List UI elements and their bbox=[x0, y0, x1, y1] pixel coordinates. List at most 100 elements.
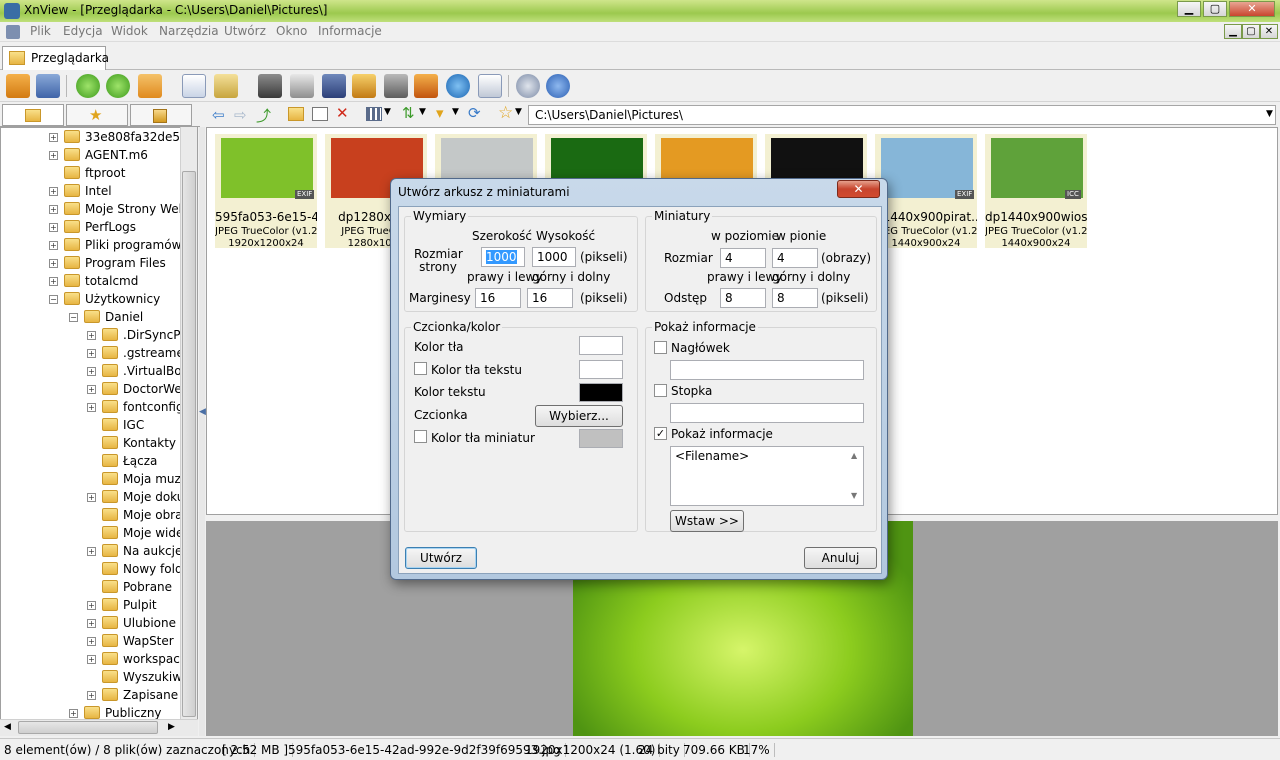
text-bg-checkbox[interactable] bbox=[414, 362, 427, 375]
tree-expander-icon[interactable]: + bbox=[49, 223, 58, 232]
chevron-down-icon[interactable]: ▼ bbox=[419, 107, 426, 117]
tree-item[interactable]: + PerfLogs bbox=[1, 219, 181, 237]
tree-expander-icon[interactable]: + bbox=[87, 655, 96, 664]
tree-expander-icon[interactable]: + bbox=[49, 151, 58, 160]
tree-item[interactable]: + AGENT.m6 bbox=[1, 147, 181, 165]
tree-expander-icon[interactable]: + bbox=[87, 331, 96, 340]
insert-button[interactable]: Wstaw >> bbox=[670, 510, 744, 532]
thumbnail-item[interactable]: EXIF p1440x900pirat... JPEG TrueColor (v1.… bbox=[875, 134, 977, 249]
info-icon[interactable] bbox=[546, 74, 570, 98]
tree-item[interactable]: +33e808fa32de59d9 bbox=[1, 129, 197, 147]
path-input[interactable]: C:\Users\Daniel\Pictures\ bbox=[528, 105, 1276, 125]
header-input[interactable] bbox=[670, 360, 864, 380]
up-icon[interactable]: ⤴ bbox=[256, 105, 271, 126]
settings-icon[interactable] bbox=[516, 74, 540, 98]
tree-expander-icon[interactable]: + bbox=[49, 277, 58, 286]
tree-item[interactable]: + .gstreamer- bbox=[1, 345, 192, 363]
tree-expander-icon[interactable]: + bbox=[69, 709, 78, 718]
tree-expander-icon[interactable]: + bbox=[87, 637, 96, 646]
tree-item[interactable]: + Moje doku bbox=[1, 489, 184, 507]
tree-item[interactable]: + .VirtualBox bbox=[1, 363, 188, 381]
mdi-minimize-button[interactable]: ▁ bbox=[1224, 24, 1242, 39]
tree-item[interactable]: + Pulpit bbox=[1, 597, 181, 615]
scroll-up-icon[interactable]: ▲ bbox=[851, 451, 857, 460]
tree-item[interactable]: + DoctorWeb bbox=[1, 381, 189, 399]
view-mode-icon[interactable] bbox=[366, 107, 382, 121]
footer-checkbox[interactable] bbox=[654, 384, 667, 397]
forward-icon[interactable]: ⇨ bbox=[234, 106, 247, 124]
tree-expander-icon[interactable]: + bbox=[87, 403, 96, 412]
gap-lr-input[interactable]: 8 bbox=[720, 288, 766, 308]
show-info-checkbox[interactable]: ✓ bbox=[654, 427, 667, 440]
tree-expander-icon[interactable]: + bbox=[49, 205, 58, 214]
scroll-down-icon[interactable]: ▼ bbox=[851, 491, 857, 500]
slideshow-icon[interactable] bbox=[352, 74, 376, 98]
capture-icon[interactable] bbox=[384, 74, 408, 98]
tree-item[interactable]: Moje wideo bbox=[1, 525, 191, 543]
tree-item[interactable]: + Program Files bbox=[1, 255, 181, 273]
new-folder-icon[interactable] bbox=[288, 107, 304, 121]
create-button[interactable]: Utwórz bbox=[405, 547, 477, 569]
wallpaper-icon[interactable] bbox=[414, 74, 438, 98]
tree-expander-icon[interactable]: − bbox=[69, 313, 78, 322]
tree-expander-icon[interactable]: + bbox=[87, 493, 96, 502]
collapse-arrow-icon[interactable]: ◀ bbox=[199, 407, 206, 417]
chevron-down-icon[interactable]: ▼ bbox=[452, 107, 459, 117]
scrollbar-thumb[interactable] bbox=[18, 721, 158, 734]
menu-edycja[interactable]: Edycja bbox=[59, 24, 107, 38]
web-icon[interactable] bbox=[446, 74, 470, 98]
thumb-bg-checkbox[interactable] bbox=[414, 430, 427, 443]
tree-item[interactable]: Pobrane bbox=[1, 579, 181, 597]
menu-narzedzia[interactable]: Narzędzia bbox=[155, 24, 223, 38]
rotate-right-icon[interactable] bbox=[106, 74, 130, 98]
delete-icon[interactable]: ✕ bbox=[336, 104, 349, 122]
margin-lr-input[interactable]: 16 bbox=[475, 288, 521, 308]
tree-item[interactable]: Kontakty bbox=[1, 435, 181, 453]
tree-item[interactable]: Łącza bbox=[1, 453, 181, 471]
bg-color-swatch[interactable] bbox=[579, 336, 623, 355]
back-icon[interactable]: ⇦ bbox=[212, 106, 225, 124]
contact-sheet-icon[interactable] bbox=[478, 74, 502, 98]
chevron-down-icon[interactable]: ▼ bbox=[384, 107, 391, 117]
tab-categories[interactable] bbox=[130, 104, 192, 126]
tree-item[interactable]: Wyszukiwa bbox=[1, 669, 189, 687]
path-dropdown-icon[interactable]: ▼ bbox=[1266, 109, 1273, 119]
refresh-icon[interactable]: ⟳ bbox=[468, 104, 481, 122]
tree-item[interactable]: + Moje Strony Web bbox=[1, 201, 186, 219]
columns-input[interactable]: 4 bbox=[720, 248, 766, 268]
tab-browser[interactable]: Przeglądarka bbox=[2, 46, 109, 70]
footer-input[interactable] bbox=[670, 403, 864, 423]
tree-expander-icon[interactable]: + bbox=[87, 601, 96, 610]
tree-item[interactable]: ftproot bbox=[1, 165, 181, 183]
rows-input[interactable]: 4 bbox=[772, 248, 818, 268]
tree-item[interactable]: + Ulubione bbox=[1, 615, 181, 633]
tree-vertical-scrollbar[interactable] bbox=[180, 127, 197, 719]
cancel-button[interactable]: Anuluj bbox=[804, 547, 877, 569]
tree-expander-icon[interactable]: + bbox=[87, 367, 96, 376]
rename-icon[interactable] bbox=[312, 107, 328, 121]
menu-utworz[interactable]: Utwórz bbox=[220, 24, 270, 38]
text-color-swatch[interactable] bbox=[579, 383, 623, 402]
dialog-close-button[interactable]: ✕ bbox=[837, 180, 880, 198]
favorite-star-icon[interactable]: ☆ bbox=[498, 103, 513, 123]
convert-icon[interactable] bbox=[138, 74, 162, 98]
menu-widok[interactable]: Widok bbox=[107, 24, 152, 38]
tree-item[interactable]: Moja muzy bbox=[1, 471, 188, 489]
tree-item[interactable]: + totalcmd bbox=[1, 273, 181, 291]
filter-icon[interactable]: ▾ bbox=[436, 104, 444, 122]
menu-okno[interactable]: Okno bbox=[272, 24, 311, 38]
scroll-right-icon[interactable]: ▶ bbox=[168, 722, 175, 732]
page-width-input[interactable]: 1000 bbox=[481, 247, 525, 267]
info-template-textarea[interactable]: <Filename> ▲ ▼ bbox=[670, 446, 864, 506]
tree-item[interactable]: IGC bbox=[1, 417, 181, 435]
thumbnail-item[interactable]: EXIF 595fa053-6e15-4... JPEG TrueColor (v1… bbox=[215, 134, 317, 249]
tab-folders[interactable] bbox=[2, 104, 64, 126]
page-height-input[interactable]: 1000 bbox=[532, 247, 576, 267]
menu-informacje[interactable]: Informacje bbox=[314, 24, 386, 38]
tree-expander-icon[interactable]: + bbox=[87, 349, 96, 358]
thumbnail-item[interactable]: ICC dp1440x900wiosna JPEG TrueColor (v1.2)… bbox=[985, 134, 1087, 249]
tree-item[interactable]: + Intel bbox=[1, 183, 181, 201]
tree-expander-icon[interactable]: + bbox=[49, 187, 58, 196]
tree-item[interactable]: − Daniel bbox=[1, 309, 181, 327]
tree-expander-icon[interactable]: + bbox=[49, 259, 58, 268]
